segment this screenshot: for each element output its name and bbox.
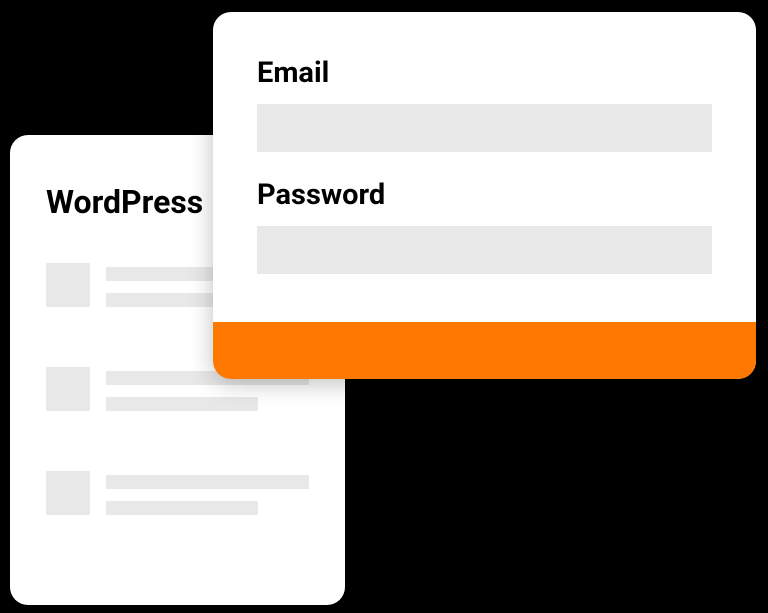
login-form: Email Password bbox=[213, 12, 756, 322]
email-field[interactable] bbox=[257, 104, 712, 152]
text-placeholder bbox=[106, 471, 309, 527]
email-label: Email bbox=[257, 56, 712, 90]
thumbnail-placeholder bbox=[46, 367, 90, 411]
password-field[interactable] bbox=[257, 226, 712, 274]
submit-button[interactable] bbox=[213, 322, 756, 379]
text-line-placeholder bbox=[106, 397, 258, 411]
text-line-placeholder bbox=[106, 501, 258, 515]
text-line-placeholder bbox=[106, 475, 309, 489]
password-label: Password bbox=[257, 178, 712, 212]
thumbnail-placeholder bbox=[46, 471, 90, 515]
list-item bbox=[46, 471, 309, 527]
login-card: Email Password bbox=[213, 12, 756, 379]
thumbnail-placeholder bbox=[46, 263, 90, 307]
